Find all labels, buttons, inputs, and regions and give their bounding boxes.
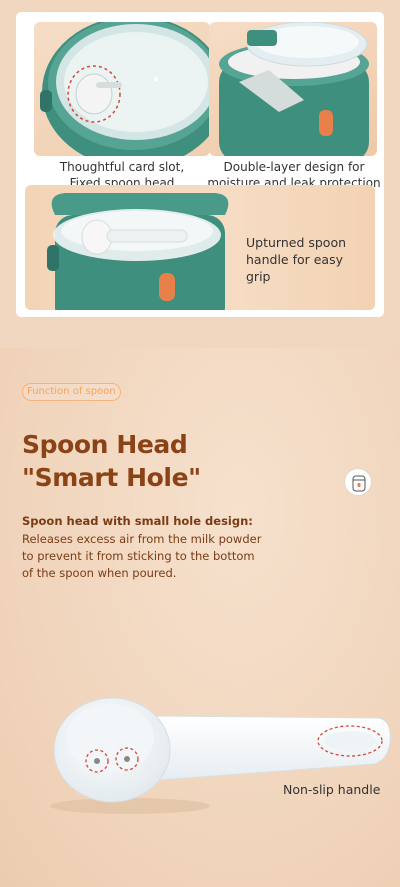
- jar-icon: [344, 468, 372, 496]
- double-layer-caption-line1: Double-layer design for: [223, 160, 365, 174]
- handle-caption: Upturned spoon handle for easy grip: [246, 234, 366, 285]
- description-line3: of the spoon when poured.: [22, 566, 177, 580]
- section-title-line1: Spoon Head: [22, 430, 188, 459]
- card-slot-illustration: [40, 22, 210, 156]
- jar-icon-graphic: [352, 475, 366, 492]
- function-badge: Function of spoon: [22, 383, 121, 401]
- feature-band: Thoughtful card slot, Fixed spoon head D…: [0, 0, 400, 348]
- handle-caption-line1: Upturned spoon: [246, 235, 347, 250]
- description-line2: to prevent it from sticking to the botto…: [22, 549, 255, 563]
- spoon-section: Function of spoon Spoon Head "Smart Hole…: [0, 348, 400, 887]
- double-layer-illustration: [219, 22, 369, 156]
- description-line1: Releases excess air from the milk powder: [22, 532, 262, 546]
- section-title: Spoon Head "Smart Hole": [22, 428, 201, 494]
- section-title-line2: "Smart Hole": [22, 463, 201, 492]
- card-slot-caption-line1: Thoughtful card slot,: [59, 160, 185, 174]
- handle-caption-line2: handle for easy grip: [246, 252, 343, 284]
- card-slot-photo: [34, 22, 210, 156]
- double-layer-photo: [209, 22, 377, 156]
- description-title: Spoon head with small hole design:: [22, 514, 253, 528]
- description-text: Releases excess air from the milk powder…: [22, 531, 322, 582]
- feature-card: Thoughtful card slot, Fixed spoon head D…: [16, 12, 384, 317]
- non-slip-handle-label: Non-slip handle: [283, 782, 381, 797]
